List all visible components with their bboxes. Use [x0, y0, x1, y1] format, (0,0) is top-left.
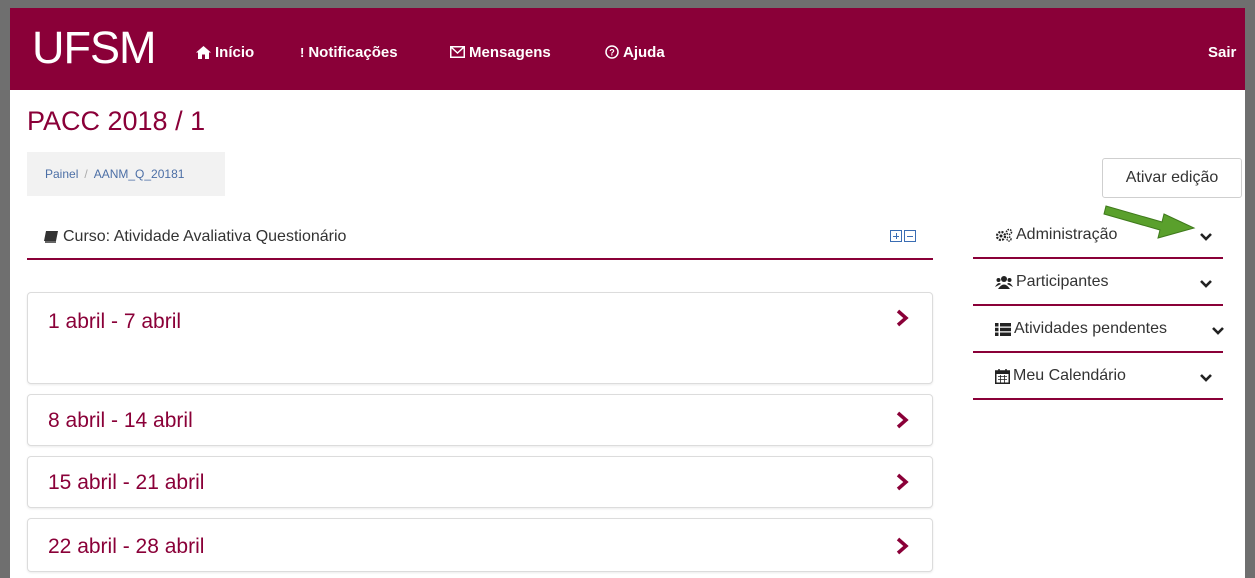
breadcrumb: Painel / AANM_Q_20181: [27, 152, 225, 196]
green-arrow-annotation: [1103, 205, 1196, 239]
week-section-3[interactable]: 15 abril - 21 abril: [27, 456, 933, 508]
nav-mensagens-label: Mensagens: [469, 43, 551, 61]
chevron-right-icon[interactable]: [892, 472, 912, 492]
nav-inicio-label: Início: [215, 43, 255, 61]
nav-notificacoes-label: Notificações: [308, 43, 398, 61]
block-participantes[interactable]: Participantes: [973, 259, 1223, 306]
breadcrumb-separator: /: [84, 167, 88, 181]
exclamation-icon: !: [300, 44, 305, 60]
nav-ajuda[interactable]: ? Ajuda: [605, 42, 665, 62]
course-title-text: Curso: Atividade Avaliativa Questionário: [63, 228, 347, 245]
envelope-icon: [450, 46, 465, 58]
chevron-down-icon[interactable]: [1199, 279, 1213, 289]
cogs-icon: [995, 228, 1013, 242]
week-title[interactable]: 8 abril - 14 abril: [48, 409, 193, 433]
chevron-right-icon[interactable]: [892, 410, 912, 430]
breadcrumb-course[interactable]: AANM_Q_20181: [94, 167, 185, 181]
course-title: Curso: Atividade Avaliativa Questionário: [44, 228, 346, 246]
book-icon: [44, 231, 58, 243]
nav-notificacoes[interactable]: ! Notificações: [300, 42, 398, 62]
expand-collapse-controls: [890, 230, 916, 242]
list-icon: [995, 322, 1011, 336]
nav-ajuda-label: Ajuda: [623, 43, 665, 61]
week-section-1[interactable]: 1 abril - 7 abril: [27, 292, 933, 384]
breadcrumb-painel[interactable]: Painel: [45, 167, 78, 181]
nav-inicio[interactable]: Início: [196, 42, 254, 62]
help-circle-icon: ?: [605, 45, 619, 59]
block-label: Participantes: [1016, 273, 1109, 290]
week-section-4[interactable]: 22 abril - 28 abril: [27, 518, 933, 572]
top-navbar: UFSM Início ! Notificações Mensagens ? A…: [10, 8, 1245, 90]
week-title[interactable]: 15 abril - 21 abril: [48, 471, 204, 495]
page-title: PACC 2018 / 1: [27, 106, 206, 136]
nav-mensagens[interactable]: Mensagens: [450, 42, 551, 62]
expand-all-icon[interactable]: [890, 230, 902, 242]
ufsm-logo[interactable]: UFSM: [32, 22, 156, 74]
block-label: Meu Calendário: [1013, 367, 1126, 384]
chevron-down-icon[interactable]: [1199, 232, 1213, 242]
enable-editing-button[interactable]: Ativar edição: [1102, 158, 1242, 198]
chevron-right-icon[interactable]: [892, 308, 912, 328]
logout-link[interactable]: Sair: [1208, 42, 1236, 62]
svg-text:?: ?: [609, 48, 615, 58]
week-title[interactable]: 1 abril - 7 abril: [48, 310, 181, 334]
block-label: Atividades pendentes: [1014, 320, 1167, 337]
block-meu-calendario[interactable]: Meu Calendário: [973, 353, 1223, 400]
calendar-icon: [995, 368, 1010, 384]
week-title[interactable]: 22 abril - 28 abril: [48, 535, 204, 559]
collapse-all-icon[interactable]: [904, 230, 916, 242]
users-icon: [995, 276, 1013, 289]
home-icon: [196, 45, 211, 59]
course-header: Curso: Atividade Avaliativa Questionário: [27, 220, 933, 260]
week-section-2[interactable]: 8 abril - 14 abril: [27, 394, 933, 446]
block-atividades-pendentes[interactable]: Atividades pendentes: [973, 306, 1225, 353]
chevron-down-icon[interactable]: [1211, 326, 1225, 336]
chevron-right-icon[interactable]: [892, 536, 912, 556]
chevron-down-icon[interactable]: [1199, 373, 1213, 383]
